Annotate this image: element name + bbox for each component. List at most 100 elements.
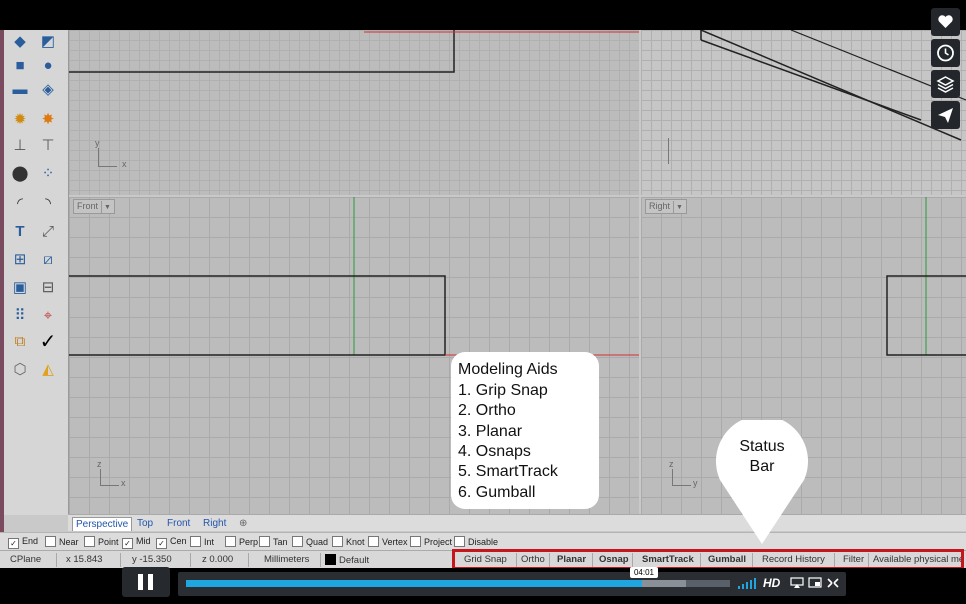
osnap-label: Int xyxy=(204,537,215,547)
ruler-icon[interactable]: ⊟ xyxy=(36,278,60,298)
share-send-icon[interactable] xyxy=(931,101,960,129)
tab-perspective[interactable]: Perspective xyxy=(72,517,133,531)
left-toolbar: ◆ ◩ ■ ● ▬ ◈ ✹ ✸ ⊥ ⊤ ⬤ ⁘ ◜ ◝ T ⤢ ⊞ ⧄ ▣ ⊟ … xyxy=(4,30,69,515)
airplay-icon[interactable] xyxy=(790,577,804,589)
osnap-end[interactable]: ✓ End xyxy=(8,536,38,549)
tab-front[interactable]: Front xyxy=(164,517,193,530)
osnap-label: Quad xyxy=(306,537,329,547)
osnap-cen[interactable]: ✓ Cen xyxy=(156,536,187,549)
units-label[interactable]: Millimeters xyxy=(264,554,309,566)
y-coordinate: y -15.350 xyxy=(132,554,172,565)
array-icon[interactable]: ⠿ xyxy=(8,306,32,326)
osnap-perp[interactable]: Perp xyxy=(225,536,258,548)
checkbox-icon[interactable] xyxy=(225,536,236,547)
analyze-icon[interactable]: ⧉ xyxy=(8,332,32,352)
video-top-bar xyxy=(0,0,966,30)
osnap-disable[interactable]: Disable xyxy=(454,536,498,548)
osnap-knot[interactable]: Knot xyxy=(332,536,365,548)
callout-item: 2. Ortho xyxy=(458,402,516,419)
tab-right[interactable]: Right xyxy=(200,517,229,530)
checkbox-icon[interactable] xyxy=(410,536,421,547)
checkbox-icon[interactable] xyxy=(454,536,465,547)
add-tab-icon[interactable]: ⊕ xyxy=(236,517,250,530)
osnap-label: Disable xyxy=(468,537,499,547)
block-icon[interactable]: ▣ xyxy=(8,278,32,298)
hd-toggle[interactable]: HD xyxy=(763,576,780,590)
extrude-surface-icon[interactable]: ◩ xyxy=(36,32,60,52)
tab-top[interactable]: Top xyxy=(134,517,156,530)
solid-sphere-icon[interactable]: ● xyxy=(36,56,60,76)
cplane-label[interactable]: CPlane xyxy=(10,554,41,566)
osnap-label: Point xyxy=(98,537,119,547)
checkbox-checked-icon[interactable]: ✓ xyxy=(8,538,19,549)
point-cloud-icon[interactable]: ⁘ xyxy=(36,164,60,184)
modeling-aids-callout: Modeling Aids 1. Grip Snap 2. Ortho 3. P… xyxy=(451,352,599,509)
scale-icon[interactable]: ⤢ xyxy=(36,222,60,242)
osnap-label: Cen xyxy=(170,536,187,546)
osnap-quad[interactable]: Quad xyxy=(292,536,328,548)
osnap-vertex[interactable]: Vertex xyxy=(368,536,408,548)
z-coordinate: z 0.000 xyxy=(202,554,234,565)
like-heart-icon[interactable] xyxy=(931,8,960,36)
osnap-label: Knot xyxy=(346,537,365,547)
perspective-axis-indicator xyxy=(668,138,670,164)
layer-selector[interactable]: Default xyxy=(325,554,369,567)
osnap-label: Project xyxy=(424,537,453,547)
leader-icon[interactable]: ⊤ xyxy=(36,136,60,156)
boolean-union-icon[interactable]: ⬤ xyxy=(8,164,32,184)
pip-icon[interactable] xyxy=(808,577,822,589)
checkbox-icon[interactable] xyxy=(332,536,343,547)
surface-patch-icon[interactable]: ◈ xyxy=(36,80,60,100)
callout-item: 5. SmartTrack xyxy=(458,463,558,480)
viewport-tab-row: Perspective Top Front Right ⊕ xyxy=(68,514,966,531)
checkbox-icon[interactable] xyxy=(84,536,95,547)
mirror-icon[interactable]: ⧄ xyxy=(36,250,60,270)
checkbox-icon[interactable] xyxy=(45,536,56,547)
pause-icon xyxy=(138,574,153,590)
osnap-label: Mid xyxy=(136,536,151,546)
checkbox-icon[interactable] xyxy=(259,536,270,547)
progress-played xyxy=(186,580,642,587)
osnap-mid[interactable]: ✓ Mid xyxy=(122,536,151,549)
osnap-label: Tan xyxy=(273,537,288,547)
callout-item: 3. Planar xyxy=(458,423,523,440)
text-icon[interactable]: T xyxy=(8,222,32,242)
collections-layers-icon[interactable] xyxy=(931,70,960,98)
front-axis-indicator: z x xyxy=(97,459,126,488)
osnap-near[interactable]: Near xyxy=(45,536,79,548)
arc-icon[interactable]: ◜ xyxy=(8,194,32,214)
checkbox-checked-icon[interactable]: ✓ xyxy=(122,538,133,549)
explode-icon[interactable]: ✸ xyxy=(36,110,60,130)
callout-item: 1. Grip Snap xyxy=(458,382,548,399)
pause-button[interactable] xyxy=(122,567,170,597)
time-tooltip: 04:01 xyxy=(630,567,658,578)
history-icon[interactable]: ⌖ xyxy=(36,306,60,326)
osnap-int[interactable]: Int xyxy=(190,536,214,548)
callout-item: 6. Gumball xyxy=(458,484,536,501)
cube-render-icon[interactable]: ⬡ xyxy=(8,360,32,380)
viewport-top[interactable]: y x xyxy=(69,30,639,195)
osnap-label: Vertex xyxy=(382,537,408,547)
check-icon[interactable]: ✓ xyxy=(36,332,60,352)
checkbox-icon[interactable] xyxy=(190,536,201,547)
fullscreen-icon[interactable] xyxy=(826,577,840,589)
osnap-tan[interactable]: Tan xyxy=(259,536,288,548)
checkbox-checked-icon[interactable]: ✓ xyxy=(156,538,167,549)
osnap-point[interactable]: Point xyxy=(84,536,119,548)
viewport-perspective[interactable] xyxy=(641,30,966,195)
cylinder-icon[interactable]: ▬ xyxy=(8,80,32,100)
gear-settings-icon[interactable]: ✹ xyxy=(8,110,32,130)
osnap-label: End xyxy=(22,536,39,546)
checkbox-icon[interactable] xyxy=(292,536,303,547)
callout-title: Modeling Aids xyxy=(458,361,558,378)
watch-later-clock-icon[interactable] xyxy=(931,39,960,67)
dimension-icon[interactable]: ⊥ xyxy=(8,136,32,156)
curve-fillet-icon[interactable]: ◝ xyxy=(36,194,60,214)
osnap-project[interactable]: Project xyxy=(410,536,452,548)
volume-icon[interactable] xyxy=(738,576,758,590)
group-icon[interactable]: ⊞ xyxy=(8,250,32,270)
checkbox-icon[interactable] xyxy=(368,536,379,547)
solid-box-icon[interactable]: ■ xyxy=(8,56,32,76)
box-edit-icon[interactable]: ◆ xyxy=(8,32,32,52)
material-icon[interactable]: ◭ xyxy=(36,360,60,380)
